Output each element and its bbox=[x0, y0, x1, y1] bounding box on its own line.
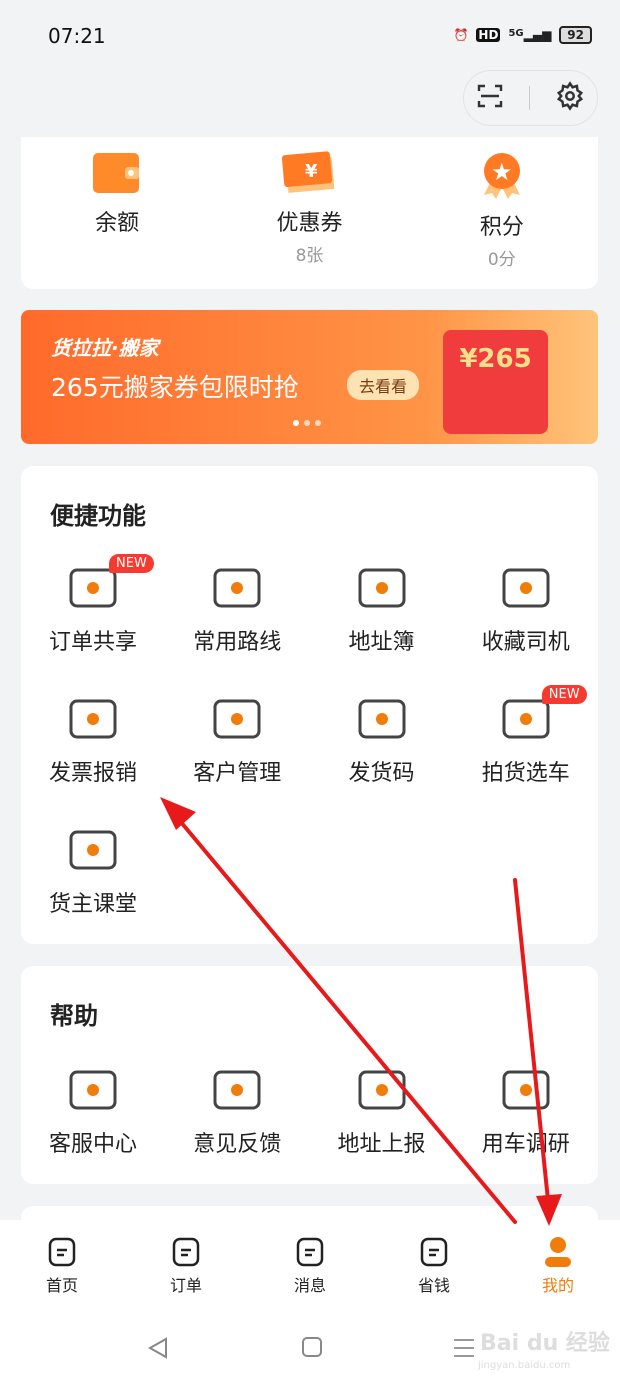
new-badge: NEW bbox=[109, 554, 154, 573]
svg-text:★: ★ bbox=[491, 158, 513, 186]
grid-item-order-share[interactable]: 订单共享 NEW bbox=[21, 554, 165, 656]
section-title: 帮助 bbox=[50, 1002, 98, 1030]
grid-item-label: 订单共享 bbox=[48, 630, 137, 655]
hd-icon: HD bbox=[476, 28, 501, 42]
profile-icon bbox=[545, 1237, 571, 1267]
invoice-icon bbox=[65, 693, 121, 745]
grid-item-video-class[interactable]: 货主课堂 bbox=[21, 824, 165, 918]
save-money-icon bbox=[420, 1237, 448, 1267]
assets-card: 余额 ¥ 优惠券 8张 ★ 积分 0分 bbox=[21, 137, 598, 289]
customer-card-icon bbox=[209, 693, 265, 745]
grid-item-label: 拍货选车 bbox=[481, 761, 570, 786]
watermark-url: jingyan.baidu.com bbox=[478, 1360, 571, 1371]
grid-item-label: 客户管理 bbox=[193, 761, 282, 786]
video-class-icon bbox=[65, 824, 121, 876]
grid-item-label: 用车调研 bbox=[481, 1132, 570, 1157]
qr-code-icon bbox=[354, 693, 410, 745]
route-icon bbox=[209, 562, 265, 614]
alarm-icon: ⏰ bbox=[453, 28, 469, 42]
promo-banner[interactable]: 货拉拉·搬家 265元搬家券包限时抢 去看看 ¥265 bbox=[21, 310, 598, 444]
bottom-nav: 首页 订单 消息 省钱 我的 bbox=[0, 1220, 620, 1310]
divider bbox=[528, 86, 530, 110]
grid-item-label: 地址簿 bbox=[348, 630, 415, 655]
feedback-icon bbox=[209, 1064, 265, 1116]
grid-item-favorite-driver[interactable]: 收藏司机 bbox=[454, 562, 598, 656]
grid-item-address-report[interactable]: 地址上报 bbox=[310, 1064, 454, 1158]
medal-icon: ★ bbox=[483, 153, 520, 199]
nav-label: 订单 bbox=[169, 1276, 202, 1295]
nav-label: 消息 bbox=[293, 1276, 326, 1295]
back-icon[interactable] bbox=[146, 1336, 170, 1360]
nav-label: 省钱 bbox=[417, 1276, 450, 1295]
nav-tab-message[interactable]: 消息 bbox=[248, 1220, 372, 1310]
status-icons: ⏰ HD 5G▂▄▆ 92 bbox=[453, 26, 592, 44]
scan-icon[interactable] bbox=[476, 82, 504, 114]
watermark-logo: Bai du 经验 bbox=[480, 1331, 610, 1356]
banner-title: 265元搬家券包限时抢 bbox=[51, 373, 299, 402]
nav-tab-profile[interactable]: 我的 bbox=[496, 1220, 620, 1310]
battery-indicator: 92 bbox=[559, 26, 592, 44]
grid-item-qr-code[interactable]: 发货码 bbox=[310, 693, 454, 787]
asset-coupon[interactable]: ¥ 优惠券 8张 bbox=[213, 137, 405, 289]
carousel-dots bbox=[293, 420, 321, 426]
menu-icon[interactable] bbox=[452, 1336, 476, 1360]
grid-item-invoice[interactable]: 发票报销 bbox=[21, 693, 165, 787]
grid-item-scan-truck[interactable]: 拍货选车 NEW bbox=[454, 685, 598, 787]
grid-item-label: 常用路线 bbox=[193, 630, 282, 655]
banner-go-button[interactable]: 去看看 bbox=[347, 370, 420, 400]
grid-item-customer-card[interactable]: 客户管理 bbox=[165, 693, 309, 787]
signal-icon: 5G▂▄▆ bbox=[508, 28, 552, 42]
order-icon bbox=[172, 1237, 200, 1267]
grid-item-label: 发货码 bbox=[348, 761, 415, 786]
grid-item-survey[interactable]: 用车调研 bbox=[454, 1064, 598, 1158]
asset-balance[interactable]: 余额 bbox=[21, 137, 213, 289]
address-book-icon bbox=[354, 562, 410, 614]
status-time: 07:21 bbox=[48, 24, 106, 48]
help-card: 帮助 客服中心 意见反馈 地址上报 用车调研 bbox=[21, 966, 598, 1184]
favorite-driver-icon bbox=[498, 562, 554, 614]
grid-item-label: 地址上报 bbox=[337, 1132, 426, 1157]
grid-item-label: 客服中心 bbox=[48, 1132, 137, 1157]
svg-text:¥: ¥ bbox=[305, 161, 318, 182]
gear-icon[interactable] bbox=[555, 81, 585, 115]
nav-tab-home[interactable]: 首页 bbox=[0, 1220, 124, 1310]
new-badge: NEW bbox=[541, 685, 587, 704]
coupon-icon: ¥ bbox=[282, 151, 335, 193]
asset-points[interactable]: ★ 积分 0分 bbox=[406, 137, 598, 289]
wallet-icon bbox=[93, 153, 140, 193]
top-actions bbox=[463, 70, 598, 126]
nav-label: 首页 bbox=[45, 1276, 78, 1295]
message-icon bbox=[296, 1237, 324, 1267]
grid-item-label: 发票报销 bbox=[48, 761, 137, 786]
grid-item-customer-service[interactable]: 客服中心 bbox=[21, 1064, 165, 1158]
grid-item-label: 意见反馈 bbox=[193, 1132, 282, 1157]
customer-service-icon bbox=[65, 1064, 121, 1116]
address-report-icon bbox=[354, 1064, 410, 1116]
grid-item-label: 收藏司机 bbox=[481, 630, 570, 655]
quick-functions-card: 便捷功能 订单共享 NEW 常用路线 地址簿 收藏司机发票报销 客户管理 发货码 拍货选车 NE… bbox=[21, 466, 598, 944]
survey-icon bbox=[498, 1064, 554, 1116]
banner-brand: 货拉拉·搬家 bbox=[51, 336, 159, 360]
red-packet-image: ¥265 bbox=[443, 330, 548, 434]
grid-item-feedback[interactable]: 意见反馈 bbox=[165, 1064, 309, 1158]
grid-item-label: 货主课堂 bbox=[48, 892, 137, 917]
grid-item-route[interactable]: 常用路线 bbox=[165, 562, 309, 656]
nav-tab-save-money[interactable]: 省钱 bbox=[372, 1220, 496, 1310]
nav-label: 我的 bbox=[541, 1276, 574, 1295]
grid-item-address-book[interactable]: 地址簿 bbox=[310, 562, 454, 656]
nav-tab-order[interactable]: 订单 bbox=[124, 1220, 248, 1310]
section-title: 便捷功能 bbox=[50, 502, 146, 530]
home-icon bbox=[48, 1237, 76, 1267]
home-icon[interactable] bbox=[300, 1335, 324, 1359]
